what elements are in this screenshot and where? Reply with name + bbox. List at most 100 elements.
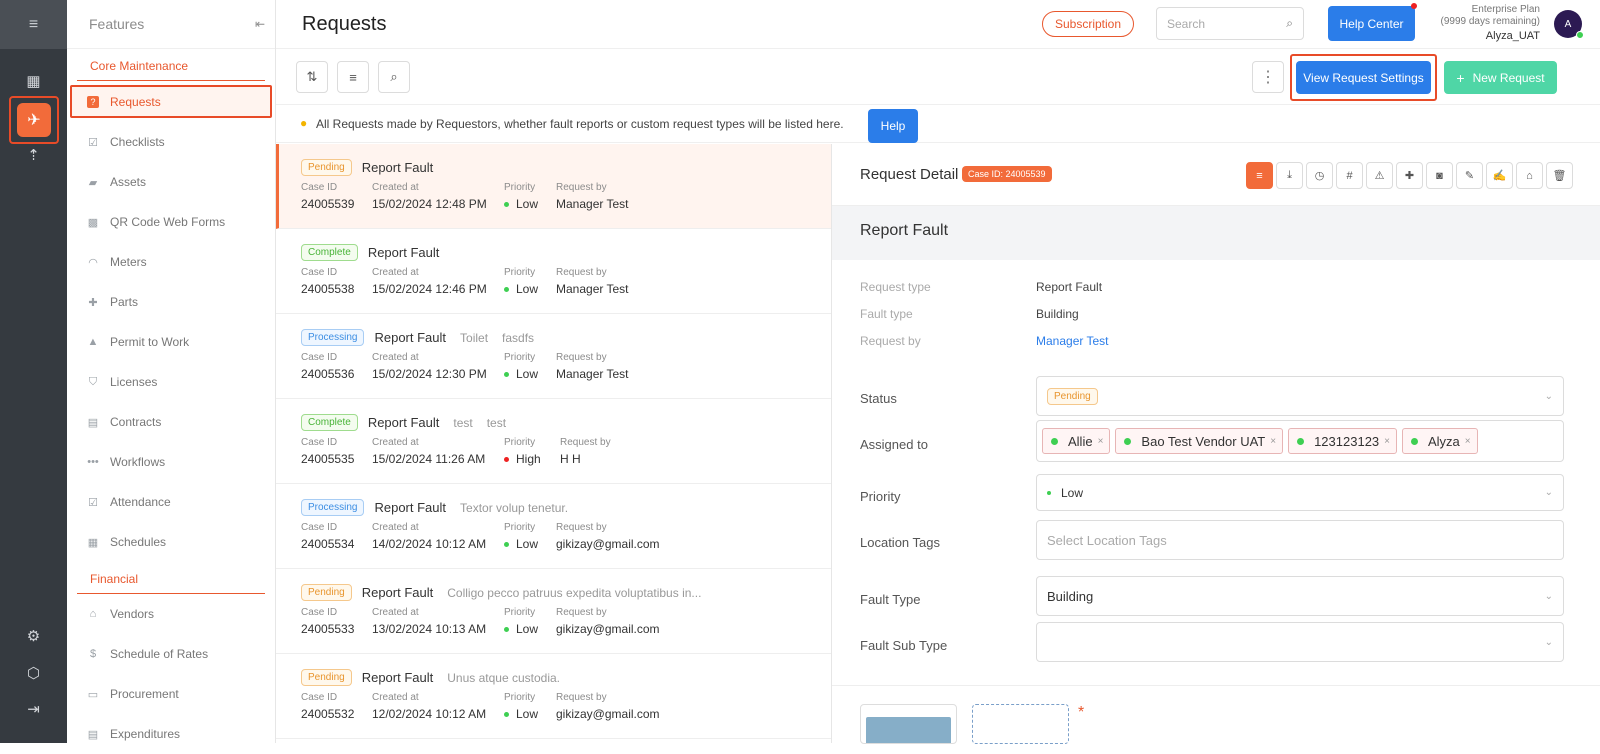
required-asterisk: * (1078, 704, 1085, 721)
meter-icon: ◠ (88, 256, 98, 269)
permit-icon: ▲ (87, 336, 99, 348)
status-select[interactable]: Pending ⌄ (1036, 376, 1564, 416)
remove-tag-icon[interactable]: × (1465, 436, 1471, 447)
request-by: Manager Test (556, 282, 629, 296)
list-toolbar: ⇅ ≡ ⌕ ⋮ View Request Settings + New Requ… (276, 49, 1600, 105)
warning-icon[interactable]: ⚠ (1366, 162, 1393, 189)
edit-pencil-icon[interactable]: ✎ (1456, 162, 1483, 189)
sidebar-item-requests[interactable]: ? Requests (70, 85, 272, 118)
location-tags-input[interactable]: Select Location Tags (1036, 520, 1564, 560)
request-by-link[interactable]: Manager Test (1036, 334, 1109, 348)
dashboard-icon[interactable]: ▦ (0, 72, 67, 90)
request-by: Manager Test (556, 367, 629, 381)
sidebar-item-meters[interactable]: ◠ Meters (67, 242, 275, 282)
help-center-button[interactable]: Help Center (1328, 3, 1417, 41)
history-clock-icon[interactable]: ◷ (1306, 162, 1333, 189)
list-item[interactable]: Complete Report Fault Case ID 24005538 Cre… (276, 229, 831, 314)
sort-icon[interactable]: ⇅ (296, 61, 328, 93)
logout-icon[interactable]: ⇥ (0, 700, 67, 718)
sidebar-item-contracts[interactable]: ▤ Contracts (67, 402, 275, 442)
status-badge: Pending (301, 669, 352, 686)
collapse-sidebar-icon[interactable]: ⇤ (255, 17, 265, 31)
sidebar-item-procurement[interactable]: ▭ Procurement (67, 674, 275, 714)
fault-type-value: Building (1036, 307, 1079, 321)
fault-type-selected: Building (1047, 588, 1094, 604)
assignee-tag: 123123123 × (1288, 428, 1397, 454)
view-settings-highlight: View Request Settings (1290, 54, 1437, 101)
settings-gear-icon[interactable]: ⚙ (0, 627, 67, 645)
request-extra: Toilet (460, 330, 489, 345)
detail-title: Request Detail (860, 166, 959, 183)
maintenance-module-icon[interactable]: ✈ (9, 96, 59, 144)
search-list-icon[interactable]: ⌕ (378, 61, 410, 93)
signature-icon[interactable]: ✍ (1486, 162, 1513, 189)
sidebar-item-assets[interactable]: ▰ Assets (67, 162, 275, 202)
request-extra: Textor volup tenetur. (460, 500, 569, 515)
fault-sub-type-select[interactable]: ⌄ (1036, 622, 1564, 662)
search-input[interactable]: Search ⌕ (1156, 7, 1304, 40)
status-badge: Pending (1047, 387, 1098, 405)
request-title: Report Fault (367, 415, 440, 430)
online-status-dot (1576, 31, 1584, 39)
sidebar-item-workflows[interactable]: ••• Workflows (67, 442, 275, 482)
sidebar-item-attendance[interactable]: ☑ Attendance (67, 482, 275, 522)
assignee-tag: Alyza × (1402, 428, 1478, 454)
parts-puzzle-icon[interactable]: ✚ (1396, 162, 1423, 189)
delete-trash-icon[interactable]: 🗑 (1546, 162, 1573, 189)
sidebar-item-parts[interactable]: ✚ Parts (67, 282, 275, 322)
sidebar-item-permit[interactable]: ▲ Permit to Work (67, 322, 275, 362)
list-item[interactable]: Pending Report Fault Unus atque custodia. … (276, 654, 831, 739)
sidebar-item-schedules[interactable]: ▦ Schedules (67, 522, 275, 562)
avatar[interactable]: A (1554, 10, 1584, 39)
menu-toggle-icon[interactable]: ≡ (0, 0, 67, 49)
fault-type-select[interactable]: Building ⌄ (1036, 576, 1564, 616)
more-options-icon[interactable]: ⋮ (1252, 61, 1284, 93)
help-button[interactable]: Help (868, 109, 918, 143)
view-request-settings-button[interactable]: View Request Settings (1296, 61, 1431, 94)
remove-tag-icon[interactable]: × (1270, 436, 1276, 447)
remove-tag-icon[interactable]: × (1098, 436, 1104, 447)
download-icon[interactable]: ⤓ (1276, 162, 1303, 189)
remove-tag-icon[interactable]: × (1384, 436, 1390, 447)
plan-remaining: (9999 days remaining) (1440, 16, 1541, 27)
status-badge: Complete (301, 244, 358, 261)
list-item[interactable]: Processing Report Fault Textor volup tenet… (276, 484, 831, 569)
camera-icon[interactable]: ◙ (1426, 162, 1453, 189)
filter-icon[interactable]: ≡ (337, 61, 369, 93)
hash-icon[interactable]: # (1336, 162, 1363, 189)
list-item[interactable]: Pending Report Fault Case ID 24005539 Crea… (276, 144, 831, 229)
list-item[interactable]: Complete Report Fault test test Case ID 2400… (276, 399, 831, 484)
status-badge: Pending (301, 584, 352, 601)
sidebar-item-vendors[interactable]: ⌂ Vendors (67, 594, 275, 634)
details-icon[interactable]: ≡ (1246, 162, 1273, 189)
request-detail-panel: Request Detail Case ID: 24005539 ≡ ⤓ ◷ #… (832, 144, 1600, 744)
request-title: Report Fault (361, 160, 434, 175)
checklist-icon: ☑ (88, 136, 98, 149)
section-core-maintenance: Core Maintenance (77, 49, 265, 81)
plan-info: Enterprise Plan (9999 days remaining) Al… (1441, 4, 1541, 42)
upload-dropzone[interactable] (972, 704, 1069, 744)
request-icon: ? (87, 95, 99, 108)
created-at: 15/02/2024 12:30 PM (372, 367, 487, 381)
priority-select[interactable]: Low ⌄ (1036, 474, 1564, 511)
topbar: Requests Subscription Search ⌕ Help Cent… (276, 0, 1600, 49)
package-icon[interactable]: ⬡ (0, 664, 67, 682)
vendor-store-icon[interactable]: ⌂ (1516, 162, 1543, 189)
sidebar-item-checklists[interactable]: ☑ Checklists (67, 122, 275, 162)
list-item[interactable]: Processing Report Fault Toilet fasdfs Case … (276, 314, 831, 399)
analytics-icon[interactable]: ⇡ (0, 146, 67, 164)
sidebar-item-qr-code[interactable]: ▩ QR Code Web Forms (67, 202, 275, 242)
lightbulb-icon: ● (300, 116, 308, 130)
subscription-button[interactable]: Subscription (1042, 11, 1134, 37)
assigned-select[interactable]: Allie × Bao Test Vendor UAT × 123123123 × A… (1036, 420, 1564, 462)
list-item[interactable]: Pending Report Fault Colligo pecco patruus… (276, 569, 831, 654)
attachment-thumbnail[interactable] (860, 704, 957, 744)
sidebar-item-licenses[interactable]: ⛉ Licenses (67, 362, 275, 402)
sidebar-item-schedule-of-rates[interactable]: $ Schedule of Rates (67, 634, 275, 674)
request-by: Manager Test (556, 197, 629, 211)
new-request-button[interactable]: + New Request (1444, 61, 1557, 94)
status-badge: Processing (301, 329, 365, 346)
vendor-icon: ⌂ (89, 608, 97, 620)
priority-value: High (516, 452, 541, 466)
sidebar-item-expenditures[interactable]: ▤ Expenditures (67, 714, 275, 754)
